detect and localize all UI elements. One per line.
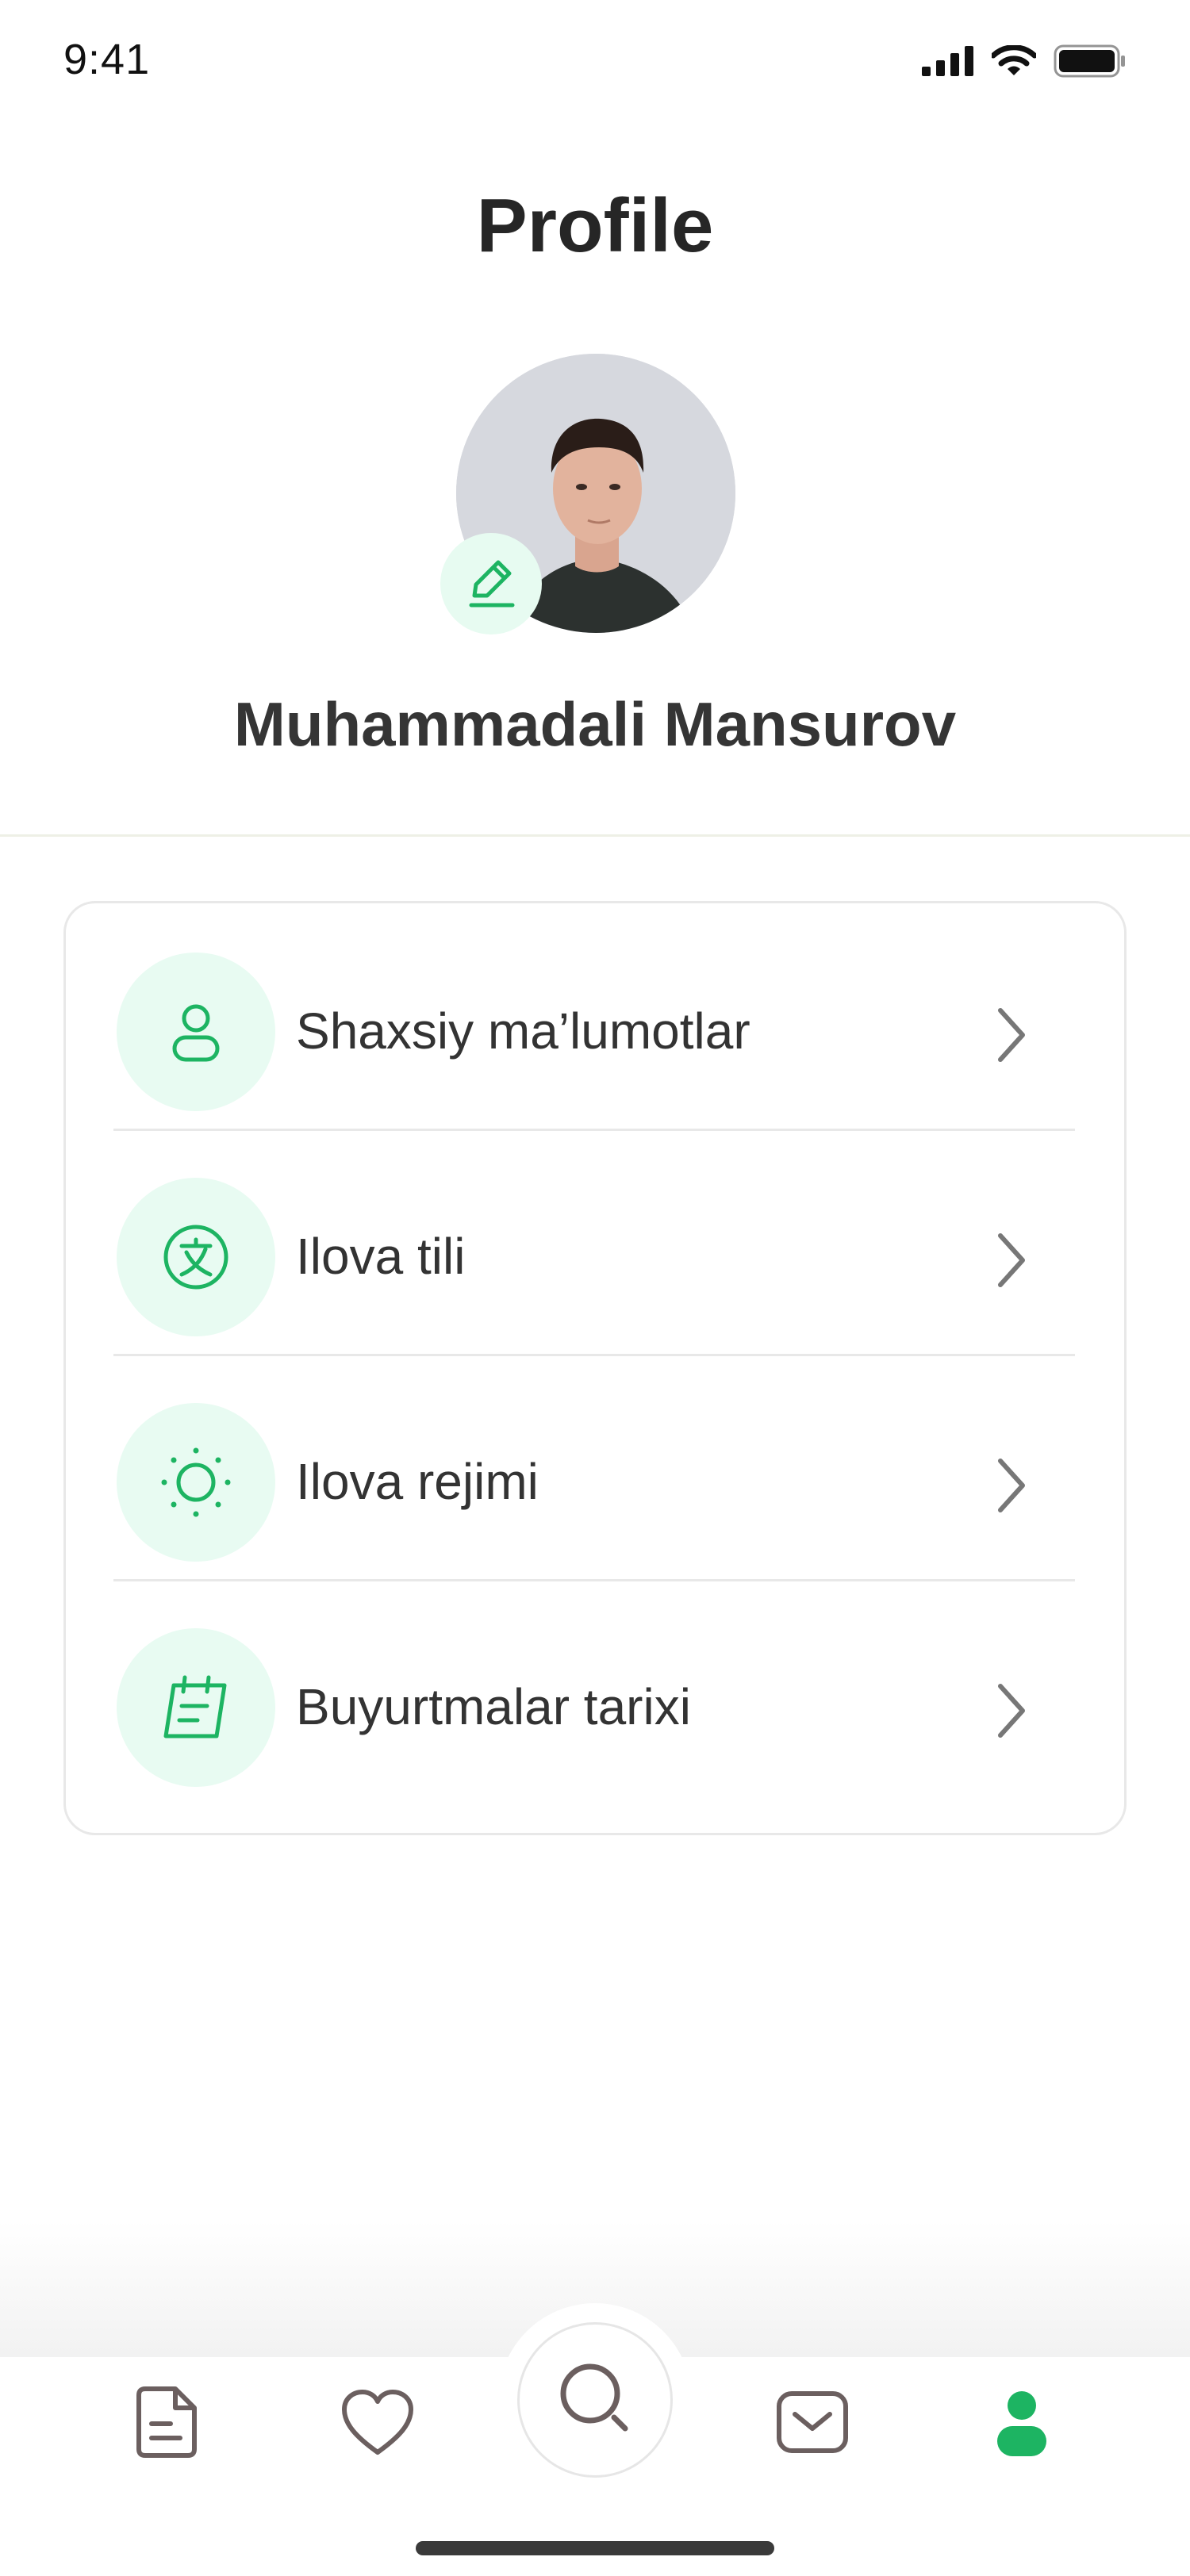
calendar-notes-icon [117, 1628, 275, 1787]
user-name: Muhammadali Mansurov [233, 689, 957, 759]
document-icon [131, 2384, 202, 2464]
menu-item-personal-info[interactable]: Shaxsiy ma’lumotlar [113, 903, 1075, 1129]
status-time: 9:41 [63, 36, 151, 83]
tab-favorites[interactable] [330, 2376, 425, 2471]
status-bar: 9:41 [0, 0, 1190, 127]
tab-documents[interactable] [119, 2376, 214, 2471]
menu-item-order-history[interactable]: Buyurtmalar tarixi [113, 1579, 1075, 1804]
battery-icon [1054, 44, 1127, 82]
pencil-icon [463, 554, 519, 614]
translate-icon [117, 1178, 275, 1336]
user-filled-icon [994, 2386, 1050, 2462]
mail-icon [774, 2389, 850, 2459]
menu-item-app-language[interactable]: Ilova tili [113, 1129, 1075, 1354]
wifi-icon [990, 44, 1038, 81]
menu-item-label: Shaxsiy ma’lumotlar [296, 1002, 750, 1060]
chevron-right-icon [988, 1454, 1035, 1517]
chevron-right-icon [988, 1229, 1035, 1292]
chevron-right-icon [988, 1679, 1035, 1742]
chevron-right-icon [988, 1003, 1035, 1067]
sun-icon [117, 1403, 275, 1562]
menu-item-label: Ilova rejimi [296, 1453, 539, 1510]
signal-icon [922, 46, 974, 80]
search-icon [555, 2359, 635, 2442]
tab-search[interactable] [517, 2322, 673, 2478]
profile-menu-card: Shaxsiy ma’lumotlar Ilova tili Ilova rej… [63, 901, 1127, 1835]
tab-messages[interactable] [765, 2376, 860, 2471]
menu-item-label: Buyurtmalar tarixi [296, 1678, 691, 1735]
edit-avatar-button[interactable] [440, 533, 542, 634]
heart-icon [340, 2387, 416, 2461]
header-divider [0, 834, 1190, 837]
home-indicator [416, 2541, 774, 2555]
page-title: Profile [476, 183, 714, 268]
menu-item-app-mode[interactable]: Ilova rejimi [113, 1354, 1075, 1579]
menu-item-label: Ilova tili [296, 1228, 466, 1285]
user-icon [117, 953, 275, 1111]
status-icons [922, 44, 1127, 82]
tab-profile[interactable] [974, 2376, 1069, 2471]
